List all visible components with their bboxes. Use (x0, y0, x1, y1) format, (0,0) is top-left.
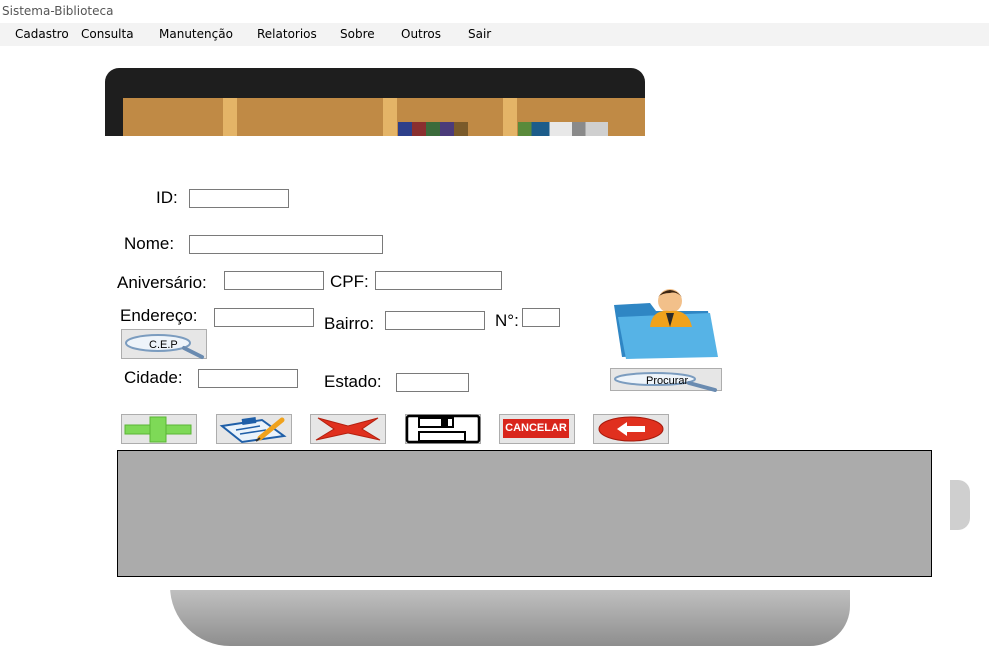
aniversario-input[interactable] (224, 271, 324, 290)
nome-input[interactable] (189, 235, 383, 254)
procurar-button-label: Procurar (646, 375, 689, 387)
menu-manutencao[interactable]: Manutenção (159, 27, 233, 41)
cpf-label: CPF: (330, 272, 369, 291)
edit-button[interactable] (216, 414, 292, 444)
cidade-label: Cidade: (124, 368, 183, 387)
cancel-button[interactable]: CANCELAR (499, 414, 575, 444)
endereco-label: Endereço: (120, 306, 198, 325)
save-button[interactable] (405, 414, 481, 444)
back-button[interactable] (593, 414, 669, 444)
add-button[interactable] (121, 414, 197, 444)
cep-button[interactable]: C.E.P (121, 329, 207, 359)
title-bar: Sistema-Biblioteca (0, 0, 989, 23)
menu-consulta[interactable]: Consulta (81, 27, 134, 41)
window-title: Sistema-Biblioteca (2, 4, 114, 18)
endereco-input[interactable] (214, 308, 314, 327)
data-grid[interactable] (117, 450, 932, 577)
clipboard-edit-icon (219, 417, 287, 444)
x-icon (315, 417, 381, 441)
customer-folder-icon (614, 289, 718, 359)
id-input[interactable] (189, 189, 289, 208)
menu-outros[interactable]: Outros (401, 27, 441, 41)
menu-bar: Cadastro Consulta Manutenção Relatorios … (0, 23, 989, 46)
estado-input[interactable] (396, 373, 469, 392)
aniversario-label: Aniversário: (117, 273, 207, 292)
menu-cadastro[interactable]: Cadastro (15, 27, 69, 41)
back-arrow-icon (598, 416, 664, 442)
cpf-input[interactable] (375, 271, 502, 290)
floppy-disk-icon (405, 414, 481, 444)
procurar-button[interactable]: Procurar (610, 368, 722, 392)
menu-sobre[interactable]: Sobre (340, 27, 375, 41)
numero-input[interactable] (522, 308, 560, 327)
cidade-input[interactable] (198, 369, 298, 388)
id-label: ID: (156, 188, 178, 207)
estado-label: Estado: (324, 372, 382, 391)
numero-label: N°: (495, 311, 519, 330)
menu-relatorios[interactable]: Relatorios (257, 27, 317, 41)
delete-button[interactable] (310, 414, 386, 444)
cep-button-label: C.E.P (149, 339, 178, 351)
nome-label: Nome: (124, 234, 175, 253)
plus-icon (124, 416, 192, 443)
bookshelf-screen (123, 98, 645, 138)
menu-sair[interactable]: Sair (468, 27, 491, 41)
bairro-label: Bairro: (324, 314, 375, 333)
bairro-input[interactable] (385, 311, 485, 330)
cancel-button-label: CANCELAR (503, 419, 569, 438)
